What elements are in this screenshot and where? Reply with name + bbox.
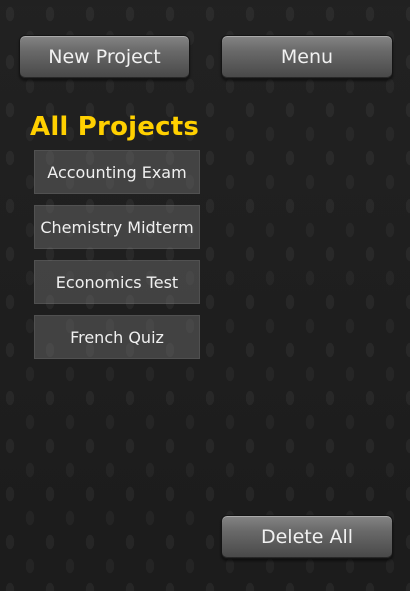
all-projects-title: All Projects bbox=[30, 112, 200, 142]
projects-list: Accounting Exam Chemistry Midterm Econom… bbox=[34, 150, 200, 370]
project-item-economics-test[interactable]: Economics Test bbox=[34, 260, 200, 304]
project-item-french-quiz[interactable]: French Quiz bbox=[34, 315, 200, 359]
new-project-button[interactable]: New Project bbox=[19, 35, 190, 79]
delete-all-button[interactable]: Delete All bbox=[221, 515, 393, 559]
project-item-accounting-exam[interactable]: Accounting Exam bbox=[34, 150, 200, 194]
menu-button[interactable]: Menu bbox=[221, 35, 393, 79]
project-item-chemistry-midterm[interactable]: Chemistry Midterm bbox=[34, 205, 200, 249]
